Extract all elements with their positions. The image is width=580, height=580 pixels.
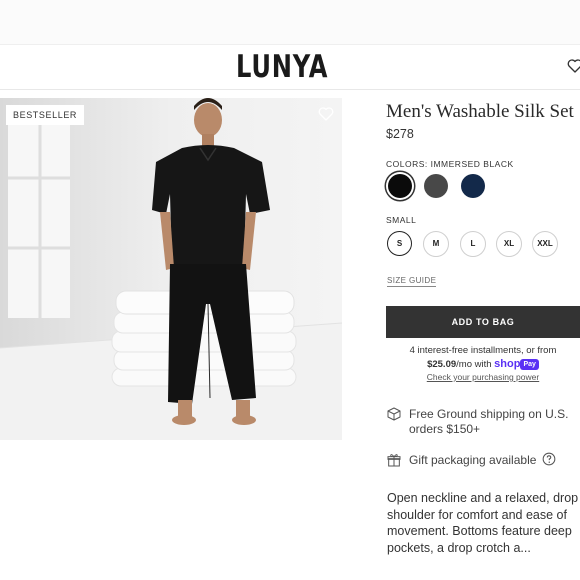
size-option-m[interactable]: M: [423, 231, 449, 257]
installments-text: 4 interest-free installments, or from: [409, 345, 557, 356]
site-header: LUNYA: [0, 44, 580, 90]
color-swatch-black[interactable]: [388, 174, 412, 198]
size-option-xxl[interactable]: XXL: [532, 231, 558, 257]
size-guide-link[interactable]: SIZE GUIDE: [387, 276, 437, 287]
product-price: $278: [386, 127, 414, 141]
installments-amount-line: $25.09/mo with shop Pay: [386, 358, 580, 370]
size-option-xl[interactable]: XL: [496, 231, 522, 257]
help-circle-icon[interactable]: [542, 452, 556, 466]
box-icon: [387, 407, 401, 421]
purchasing-power-link[interactable]: Check your purchasing power: [386, 372, 580, 382]
product-photo: [0, 98, 342, 440]
product-title: Men's Washable Silk Set: [386, 101, 574, 122]
installment-amount: $25.09: [427, 359, 457, 370]
color-swatch-navy[interactable]: [461, 174, 485, 198]
shop-pay-badge: Pay: [520, 358, 539, 370]
size-option-l[interactable]: L: [460, 231, 486, 257]
color-swatch-charcoal[interactable]: [424, 174, 448, 198]
add-to-bag-button[interactable]: ADD TO BAG: [386, 306, 580, 338]
heart-icon[interactable]: [566, 57, 580, 75]
shop-pay-logo[interactable]: shop: [494, 358, 520, 370]
top-bar: [0, 0, 580, 44]
favorite-heart-icon[interactable]: [317, 105, 335, 123]
size-option-s[interactable]: S: [387, 231, 412, 256]
product-image[interactable]: [0, 98, 342, 440]
color-label: COLORS: IMMERSED BLACK: [386, 159, 514, 169]
bestseller-badge: BESTSELLER: [6, 105, 85, 125]
brand-logo[interactable]: LUNYA: [236, 49, 328, 85]
product-description: Open neckline and a relaxed, drop should…: [387, 491, 579, 555]
per-month-text: /mo with: [456, 359, 492, 370]
gift-packaging-text: Gift packaging available: [409, 453, 537, 467]
size-label: SMALL: [386, 215, 417, 225]
shipping-text: Free Ground shipping on U.S. orders $150…: [409, 407, 569, 436]
gift-icon: [387, 454, 401, 467]
